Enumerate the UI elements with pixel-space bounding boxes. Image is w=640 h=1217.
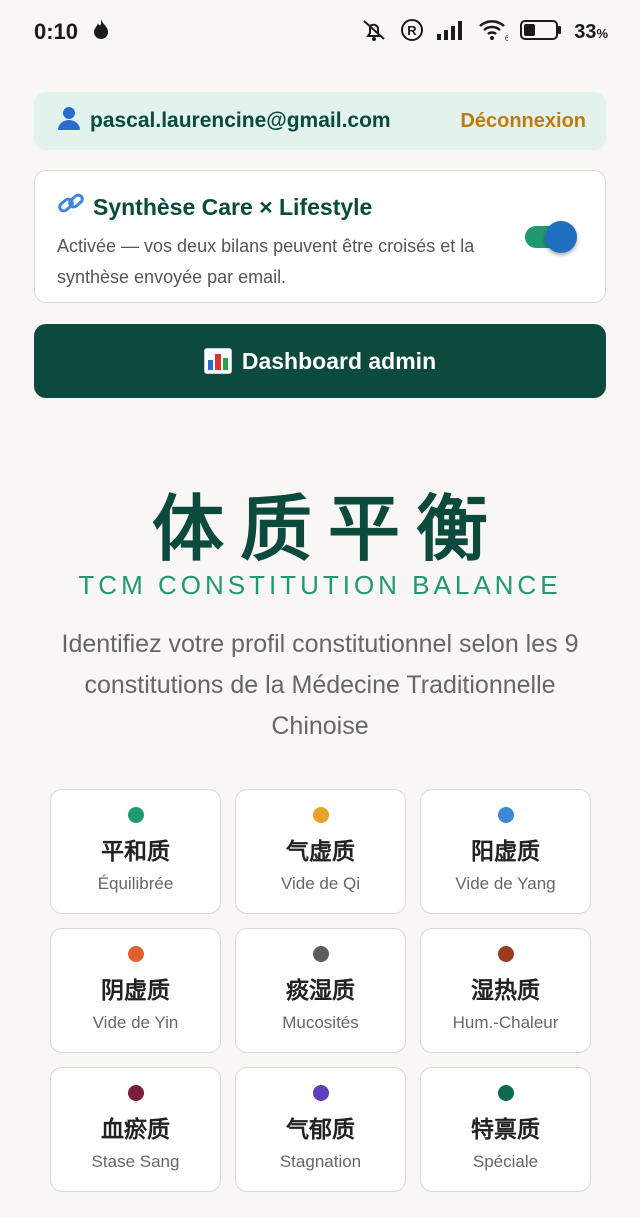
color-dot (497, 1085, 514, 1101)
synthesis-description: Activée — vos deux bilans peuvent être c… (57, 236, 475, 287)
constitution-french-name: Stagnation (279, 1152, 362, 1171)
battery-icon (520, 19, 562, 46)
constitution-chinese-name: 平和质 (101, 839, 170, 865)
constitution-card-pinghe[interactable]: 平和质 Équilibrée (50, 789, 221, 914)
constitution-french-name: Vide de Yin (92, 1013, 179, 1032)
bar-chart-icon (203, 348, 232, 374)
user-email: pascal.laurencine@gmail.com (90, 109, 391, 132)
status-left: 0:10 (34, 18, 110, 46)
status-bar: 0:10 R 6 33% (0, 0, 640, 64)
constitution-card-tebing[interactable]: 特禀质 Spéciale (420, 1067, 591, 1192)
constitution-french-name: Mucosités (282, 1013, 359, 1032)
svg-text:R: R (407, 23, 417, 38)
constitution-chinese-name: 阳虚质 (471, 839, 540, 865)
status-time: 0:10 (34, 19, 79, 44)
constitution-card-shire[interactable]: 湿热质 Hum.-Chaleur (420, 928, 591, 1053)
constitution-chinese-name: 湿热质 (471, 978, 540, 1004)
link-icon (57, 191, 85, 223)
constitution-chinese-name: 特禀质 (471, 1117, 540, 1143)
registered-icon: R (400, 18, 424, 47)
color-dot (127, 946, 144, 962)
constitution-chinese-name: 阴虚质 (101, 978, 170, 1004)
signal-icon (436, 19, 466, 46)
user-info: pascal.laurencine@gmail.com (56, 105, 391, 137)
constitution-french-name: Stase Sang (91, 1152, 180, 1171)
page-subtitle: TCM CONSTITUTION BALANCE (78, 570, 562, 600)
constitution-card-yangxu[interactable]: 阳虚质 Vide de Yang (420, 789, 591, 914)
battery-percent: 33% (574, 20, 608, 43)
color-dot (312, 946, 329, 962)
constitution-card-xueyu[interactable]: 血瘀质 Stase Sang (50, 1067, 221, 1192)
constitution-chinese-name: 血瘀质 (101, 1117, 170, 1143)
user-bar: pascal.laurencine@gmail.com Déconnexion (34, 92, 606, 150)
color-dot (127, 1085, 144, 1101)
constitution-card-qiyu[interactable]: 气郁质 Stagnation (235, 1067, 406, 1192)
status-right: R 6 33% (360, 18, 608, 47)
user-icon (56, 105, 82, 137)
color-dot (497, 807, 514, 823)
page-title: 体质平衡 (151, 487, 504, 571)
constitution-chinese-name: 气郁质 (286, 1117, 355, 1143)
color-dot (312, 807, 329, 823)
flame-icon (92, 18, 110, 46)
constitution-french-name: Vide de Qi (280, 874, 361, 893)
synthesis-title: Synthèse Care × Lifestyle (93, 193, 373, 220)
color-dot (127, 807, 144, 823)
constitution-french-name: Hum.-Chaleur (452, 1013, 559, 1032)
constitution-card-yinxu[interactable]: 阴虚质 Vide de Yin (50, 928, 221, 1053)
synthesis-card: Synthèse Care × Lifestyle Activée — vos … (34, 170, 606, 303)
mute-icon (360, 18, 388, 47)
color-dot (312, 1085, 329, 1101)
wifi-icon: 6 (478, 18, 510, 47)
constitution-chinese-name: 气虚质 (286, 839, 355, 865)
logout-button[interactable]: Déconnexion (460, 110, 586, 133)
color-dot (497, 946, 514, 962)
constitution-card-qixu[interactable]: 气虚质 Vide de Qi (235, 789, 406, 914)
constitution-french-name: Spéciale (472, 1152, 539, 1171)
constitution-french-name: Vide de Yang (455, 874, 556, 893)
dashboard-admin-label: Dashboard admin (241, 347, 437, 374)
constitution-french-name: Équilibrée (97, 874, 174, 893)
dashboard-admin-button[interactable]: Dashboard admin (34, 324, 606, 398)
constitution-chinese-name: 痰湿质 (286, 978, 355, 1004)
toggle-thumb (545, 221, 577, 253)
page-description: Identifiez votre profil constitutionnel … (61, 630, 579, 740)
synthesis-header: Synthèse Care × Lifestyle (57, 191, 583, 223)
synthesis-toggle[interactable] (523, 221, 579, 253)
svg-text:6: 6 (505, 34, 508, 42)
constitution-card-tanshi[interactable]: 痰湿质 Mucosités (235, 928, 406, 1053)
constitution-grid: 平和质 Équilibrée 气虚质 Vide de Qi 阳虚质 Vide d… (50, 789, 591, 1192)
